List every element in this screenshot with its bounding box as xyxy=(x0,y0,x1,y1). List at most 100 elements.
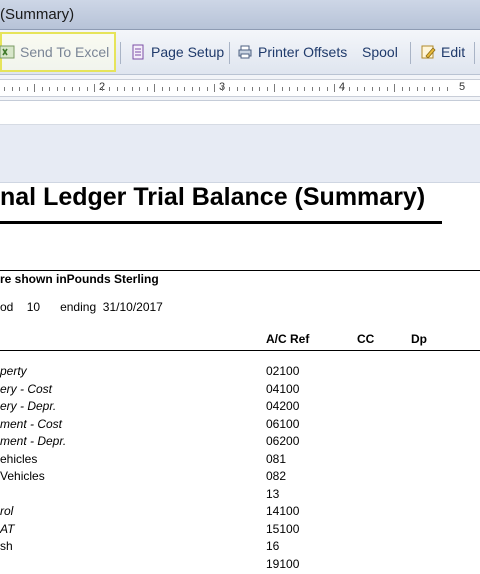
horizontal-ruler: 2 3 4 5 xyxy=(0,75,480,101)
account-name: Vehicles xyxy=(0,469,45,483)
table-row: ment - Depr. 06200 xyxy=(0,434,480,451)
table-row: ery - Cost 04100 xyxy=(0,382,480,399)
ruler-tick xyxy=(34,84,35,92)
account-ref: 06200 xyxy=(266,434,300,448)
ruler-tick xyxy=(71,87,73,91)
column-header-dp: Dp xyxy=(411,332,427,346)
ruler-tick xyxy=(304,87,305,91)
ruler-tick xyxy=(394,84,395,92)
spool-label: Spool xyxy=(362,44,398,60)
account-name: ery - Depr. xyxy=(0,399,57,413)
toolbar-separator xyxy=(410,42,411,64)
account-name: ehicles xyxy=(0,451,38,466)
edit-button[interactable]: Edit xyxy=(420,38,465,66)
ruler-tick xyxy=(274,84,275,92)
account-ref: 14100 xyxy=(266,504,300,518)
ruler-tick xyxy=(349,87,350,91)
ruler-tick xyxy=(259,87,260,91)
ruler-tick xyxy=(169,87,170,91)
send-to-excel-button[interactable]: Send To Excel xyxy=(0,32,116,72)
ruler-tick xyxy=(446,87,448,91)
ruler-tick xyxy=(311,87,313,91)
ruler-tick xyxy=(379,87,380,91)
ruler-tick xyxy=(139,87,140,91)
ruler-tick xyxy=(229,87,230,91)
toolbar-separator xyxy=(474,42,475,64)
table-row: ment - Cost 06100 xyxy=(0,417,480,434)
table-row: 13 xyxy=(0,487,480,504)
account-ref: 04200 xyxy=(266,399,300,413)
account-ref: 081 xyxy=(266,451,287,466)
report-toolbar: Send To Excel Page Setup Printer Offsets… xyxy=(0,30,480,75)
ruler-tick xyxy=(364,87,365,91)
send-to-excel-label: Send To Excel xyxy=(20,44,110,60)
spool-button[interactable]: Spool xyxy=(362,38,398,66)
table-row: Vehicles 082 xyxy=(0,469,480,486)
printer-offsets-label: Printer Offsets xyxy=(258,44,348,60)
ruler-tick xyxy=(161,87,163,91)
table-row: sh 16 xyxy=(0,539,480,556)
printer-icon xyxy=(237,44,253,60)
window-title: (Summary) xyxy=(0,6,75,23)
toolbar-separator xyxy=(120,42,121,64)
table-row: ery - Depr. 04200 xyxy=(0,399,480,416)
ruler-tick xyxy=(326,87,328,91)
toolbar-separator xyxy=(229,42,230,64)
period-value: 10 xyxy=(26,300,41,314)
ruler-tick xyxy=(199,87,200,91)
ruler-tick xyxy=(19,87,20,91)
page-setup-label: Page Setup xyxy=(151,44,225,60)
account-ref: 082 xyxy=(266,469,287,483)
column-header-ac-ref: A/C Ref xyxy=(266,332,310,346)
ruler-tick xyxy=(409,87,410,91)
account-name: rol xyxy=(0,504,14,518)
excel-icon xyxy=(0,44,15,60)
ruler-tick xyxy=(334,84,335,92)
ruler-tick xyxy=(319,87,320,91)
ruler-tick xyxy=(431,87,433,91)
printer-offsets-button[interactable]: Printer Offsets xyxy=(237,38,347,66)
account-name: ment - Depr. xyxy=(0,434,67,448)
ruler-tick xyxy=(79,87,80,91)
table-row: perty 02100 xyxy=(0,364,480,381)
ruler-tick xyxy=(11,87,13,91)
ruler-tick xyxy=(386,87,388,91)
account-ref: 15100 xyxy=(266,521,300,536)
edit-label: Edit xyxy=(441,44,466,60)
ruler-tick xyxy=(439,87,440,91)
table-row: ehicles 081 xyxy=(0,452,480,469)
ruler-tick xyxy=(56,87,58,91)
account-ref: 06100 xyxy=(266,416,300,431)
ruler-tick xyxy=(131,87,133,91)
ruler-tick xyxy=(289,87,290,91)
ruler-tick xyxy=(416,87,418,91)
ruler-tick xyxy=(296,87,298,91)
report-header-band xyxy=(0,125,480,183)
table-row: 19100 xyxy=(0,557,480,574)
account-ref: 04100 xyxy=(266,381,300,396)
ruler-tick xyxy=(86,87,88,91)
page-setup-icon xyxy=(130,44,146,60)
window-title-bar[interactable]: (Summary) xyxy=(0,0,480,30)
page-setup-button[interactable]: Page Setup xyxy=(130,38,224,66)
account-name: AT xyxy=(0,521,15,536)
ruler-tick xyxy=(206,87,208,91)
ruler-tick xyxy=(401,87,403,91)
table-row: rol 14100 xyxy=(0,504,480,521)
title-underline xyxy=(0,221,442,224)
ruler-number: 5 xyxy=(459,81,466,93)
ruler-tick xyxy=(184,87,185,91)
ruler-tick xyxy=(41,87,43,91)
ruler-tick xyxy=(356,87,358,91)
account-ref: 16 xyxy=(266,539,280,553)
column-header-cc: CC xyxy=(357,332,375,346)
ruler-tick xyxy=(424,87,425,91)
ending-date: 31/10/2017 xyxy=(102,300,163,314)
header-divider-line xyxy=(0,350,480,351)
ruler-tick xyxy=(251,87,253,91)
ending-label: ending xyxy=(60,300,97,314)
ruler-tick xyxy=(281,87,283,91)
account-name: sh xyxy=(0,539,13,553)
account-ref: 02100 xyxy=(266,364,300,378)
ruler-tick xyxy=(221,87,223,91)
